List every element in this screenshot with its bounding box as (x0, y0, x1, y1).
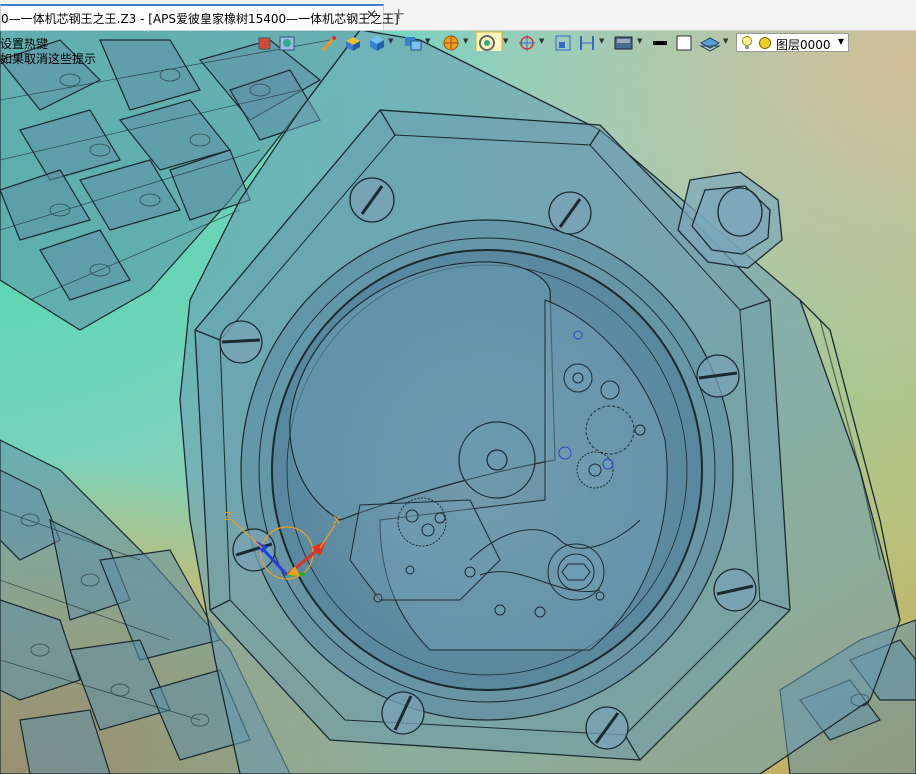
render-icon[interactable] (441, 33, 461, 53)
screw-2 (548, 191, 592, 235)
axis-z-label: Z (224, 510, 232, 523)
document-tab-bar: 0—一体机芯钢王之王.Z3 - [APS爱彼皇家橡树15400—一体机芯钢王之王… (0, 0, 916, 31)
document-tab[interactable]: 0—一体机芯钢王之王.Z3 - [APS爱彼皇家橡树15400—一体机芯钢王之王… (0, 4, 399, 30)
screw-4 (696, 354, 740, 398)
grid-icon[interactable] (277, 33, 297, 53)
line-style-icon[interactable] (651, 33, 669, 53)
dimension-icon[interactable] (553, 33, 573, 53)
screw-6 (713, 568, 757, 612)
view-icon[interactable] (403, 33, 423, 53)
document-tab-title: 0—一体机芯钢王之王.Z3 - [APS爱彼皇家橡树15400—一体机芯钢王之王… (1, 12, 399, 26)
cube-icon[interactable] (367, 33, 387, 53)
display-icon[interactable] (577, 33, 597, 53)
close-icon[interactable]: ✕ (366, 9, 377, 23)
edit-icon[interactable] (319, 33, 339, 53)
box-icon[interactable] (343, 33, 363, 53)
watch-model-wireframe: Z X (0, 29, 916, 774)
snap-icon[interactable] (257, 33, 273, 53)
layer-stack-icon[interactable] (699, 33, 721, 53)
screw-7 (381, 691, 425, 735)
layer-name: 图层0000 (776, 38, 831, 52)
chevron-down-icon[interactable]: ▼ (838, 37, 844, 46)
screw-3 (219, 320, 263, 364)
axis-x-label: X (333, 514, 341, 527)
bulb-icon[interactable] (740, 35, 754, 51)
layer-color-icon[interactable] (758, 36, 772, 50)
color-icon[interactable] (613, 33, 635, 53)
hint-line-2: 如果取消这些提示 (0, 52, 97, 66)
screw-1 (349, 177, 395, 223)
add-tab-button[interactable]: + (392, 6, 405, 22)
target-icon[interactable] (475, 31, 503, 51)
3d-viewport[interactable]: Z X (0, 0, 916, 774)
layer-select[interactable]: 图层0000 ▼ (736, 33, 849, 52)
frame-icon[interactable] (675, 33, 693, 53)
screw-8 (585, 706, 629, 750)
layout-icon[interactable] (517, 33, 537, 53)
